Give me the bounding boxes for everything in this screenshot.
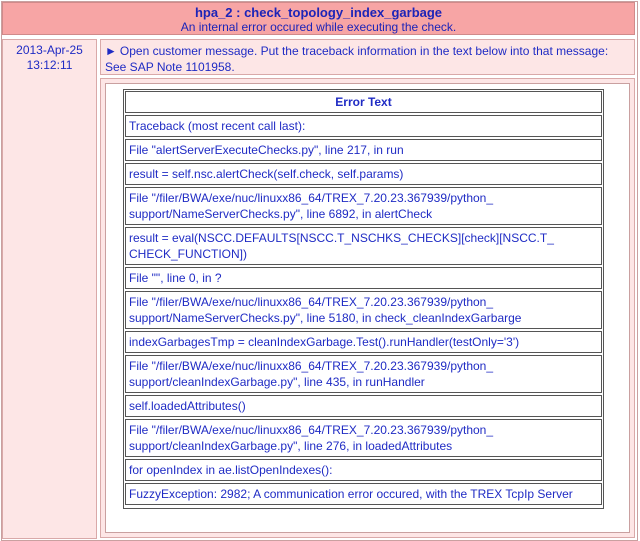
error-row: File "alertServerExecuteChecks.py", line… — [125, 139, 602, 161]
check-subtitle: An internal error occured while executin… — [180, 20, 457, 34]
error-row: for openIndex in ae.listOpenIndexes(): — [125, 459, 602, 481]
error-row: indexGarbagesTmp = cleanIndexGarbage.Tes… — [125, 331, 602, 353]
error-row: result = self.nsc.alertCheck(self.check,… — [125, 163, 602, 185]
message-cell: ► Open customer message. Put the tracebac… — [100, 39, 635, 75]
timestamp-cell: 2013-Apr-25 13:12:11 — [2, 39, 97, 539]
error-row: File "", line 0, in ? — [125, 267, 602, 289]
check-title: hpa_2 : check_topology_index_garbage — [194, 5, 443, 20]
error-row: self.loadedAttributes() — [125, 395, 602, 417]
arrow-right-icon: ► — [105, 44, 117, 58]
entry-date: 2013-Apr-25 — [16, 43, 83, 57]
error-row: result = eval(NSCC.DEFAULTS[NSCC.T_NSCHK… — [125, 227, 602, 265]
error-row: File "/filer/BWA/exe/nuc/linuxx86_64/TRE… — [125, 291, 602, 329]
traceback-container[interactable]: Error Text Traceback (most recent call l… — [105, 83, 630, 533]
error-text-table: Error Text Traceback (most recent call l… — [123, 89, 604, 509]
check-header: hpa_2 : check_topology_index_garbage An … — [2, 2, 635, 35]
error-row: File "/filer/BWA/exe/nuc/linuxx86_64/TRE… — [125, 419, 602, 457]
message-text: Open customer message. Put the traceback… — [105, 44, 609, 74]
error-row: FuzzyException: 2982; A communication er… — [125, 483, 602, 505]
entry-time: 13:12:11 — [26, 58, 73, 72]
error-row: File "/filer/BWA/exe/nuc/linuxx86_64/TRE… — [125, 355, 602, 393]
error-row: File "/filer/BWA/exe/nuc/linuxx86_64/TRE… — [125, 187, 602, 225]
error-row: Traceback (most recent call last): — [125, 115, 602, 137]
error-text-heading: Error Text — [125, 91, 602, 113]
traceback-cell: Error Text Traceback (most recent call l… — [100, 78, 635, 538]
